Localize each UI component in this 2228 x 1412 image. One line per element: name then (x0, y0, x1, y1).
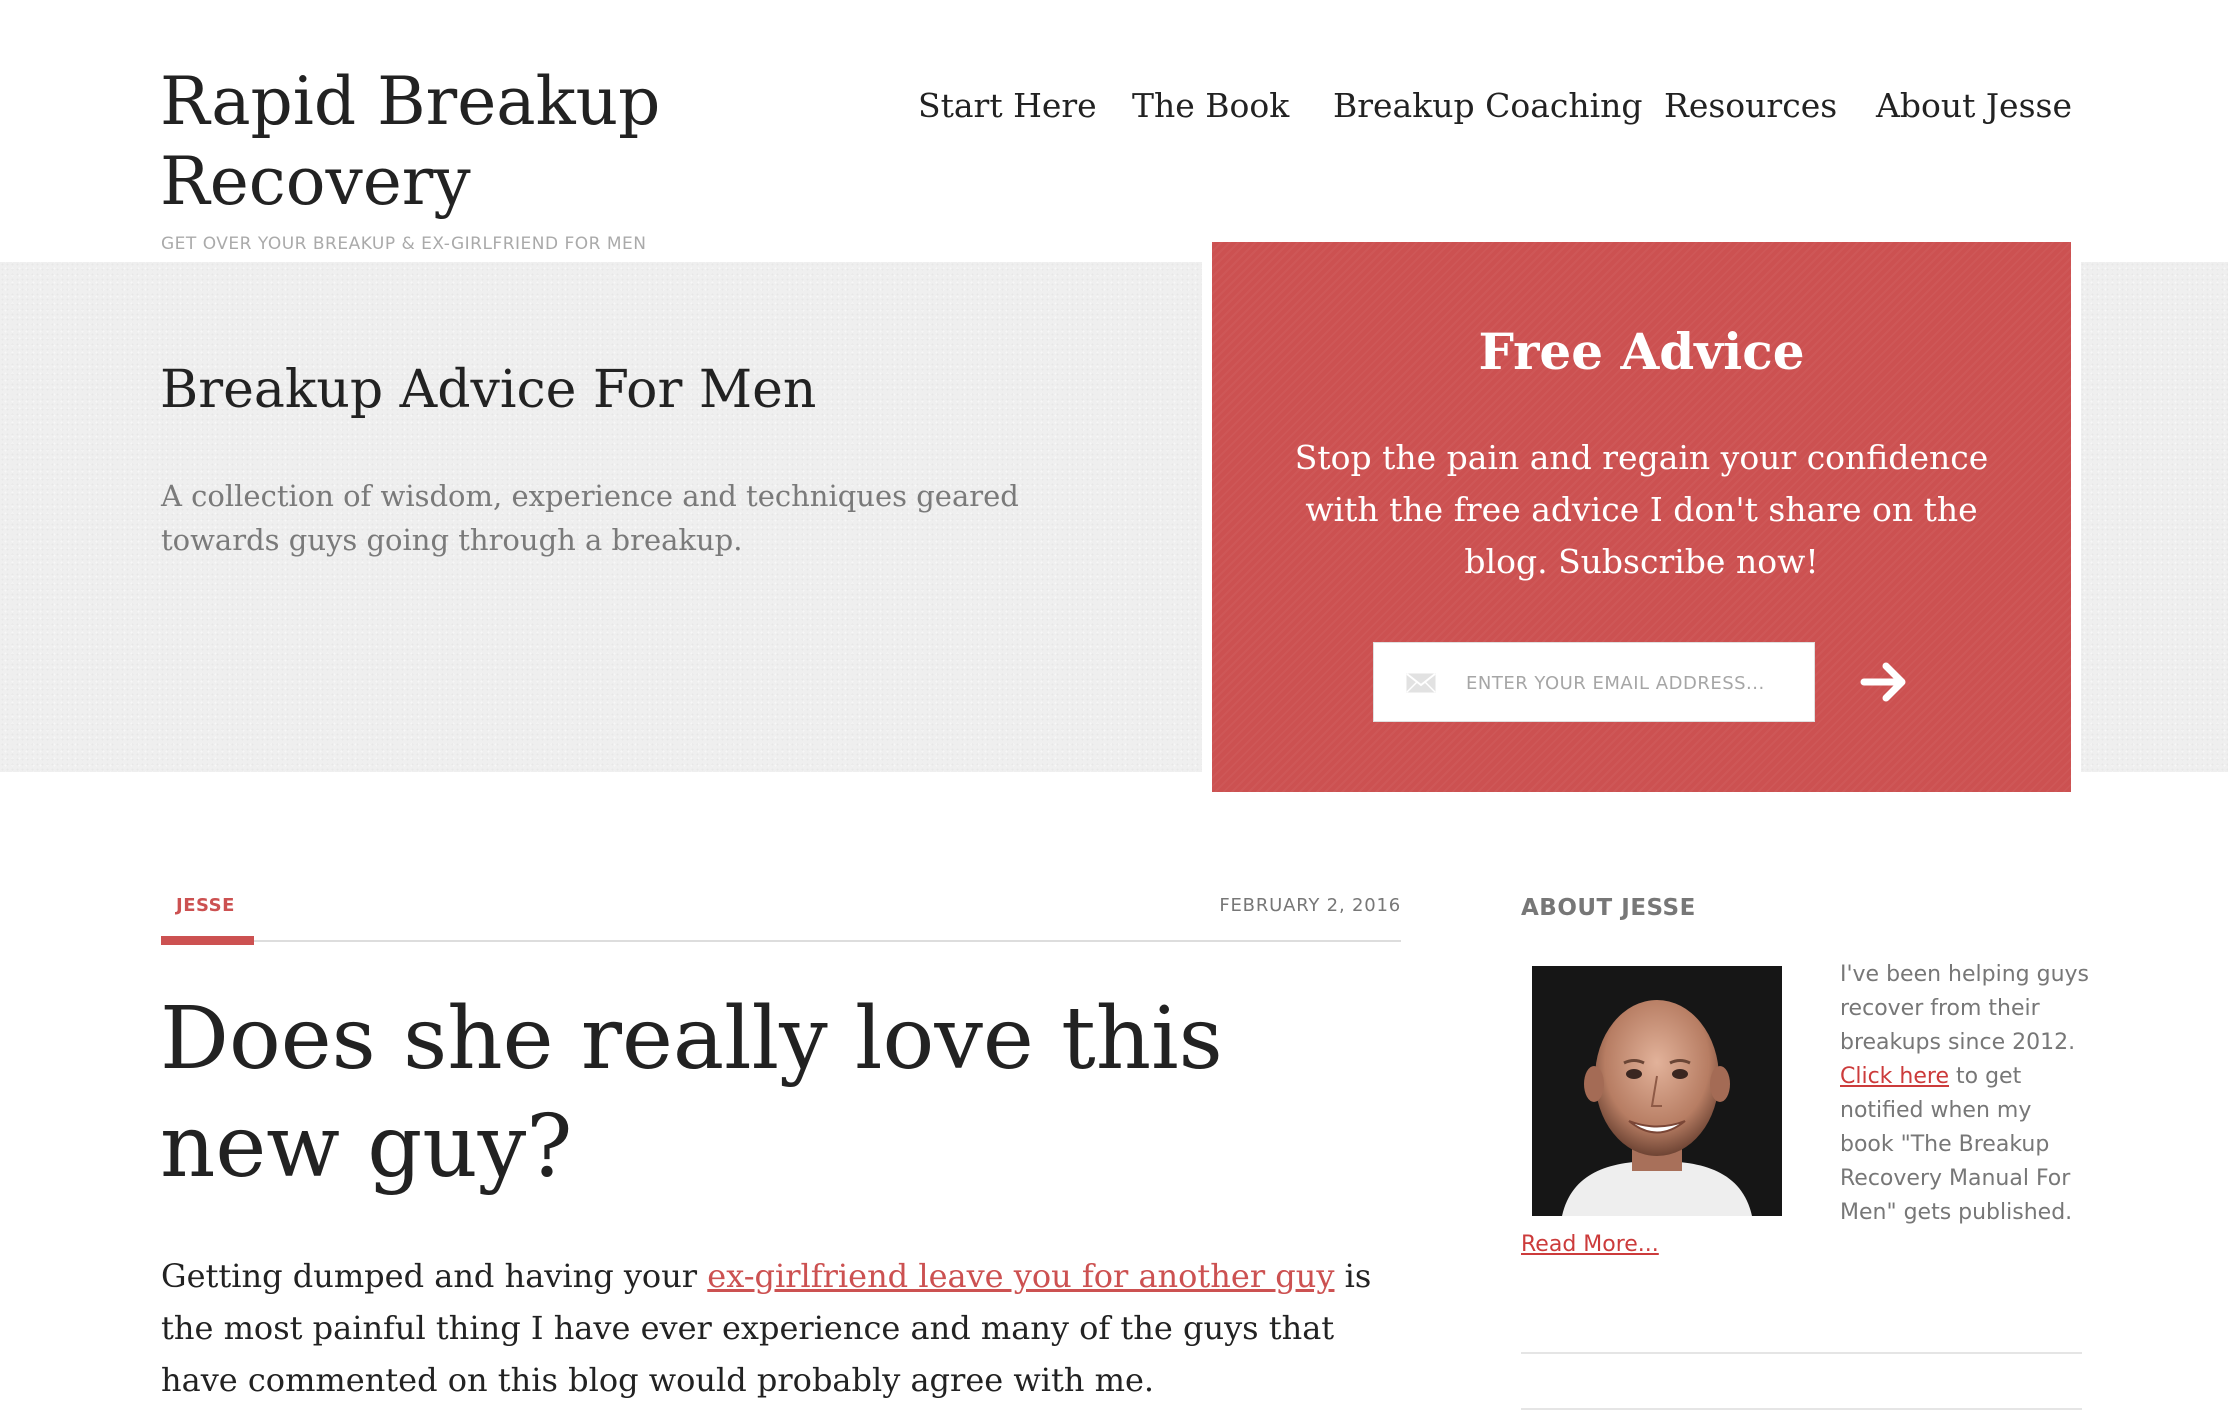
hero-divider-right (2071, 262, 2081, 772)
envelope-icon (1406, 673, 1436, 693)
post-meta-divider (161, 940, 1401, 942)
post-date: FEBRUARY 2, 2016 (1219, 895, 1401, 916)
optin-box: Free Advice Stop the pain and regain you… (1212, 242, 2071, 792)
nav-item-start-here[interactable]: Start Here (918, 86, 1097, 125)
avatar-portrait-image (1532, 966, 1782, 1216)
post-author[interactable]: JESSE (176, 895, 235, 916)
about-text: I've been helping guys recover from thei… (1840, 958, 2090, 1230)
post-meta-accent-bar (161, 936, 254, 945)
arrow-right-icon (1860, 662, 1906, 702)
post-excerpt-text: Getting dumped and having your (161, 1257, 708, 1295)
post-inline-link[interactable]: ex-girlfriend leave you for another guy (707, 1257, 1334, 1295)
nav-item-resources[interactable]: Resources (1664, 86, 1837, 125)
email-field-wrapper (1373, 642, 1815, 723)
nav-item-the-book[interactable]: The Book (1132, 86, 1289, 125)
optin-heading: Free Advice (1478, 322, 1805, 381)
author-photo (1532, 966, 1782, 1216)
optin-text: Stop the pain and regain your confidence… (1294, 438, 1989, 581)
about-text-start: I've been helping guys recover from thei… (1840, 962, 2090, 1055)
nav-item-breakup-coaching[interactable]: Breakup Coaching (1333, 86, 1643, 125)
post-excerpt: Getting dumped and having your ex-girlfr… (161, 1250, 1401, 1406)
click-here-link[interactable]: Click here (1840, 1064, 1949, 1089)
sidebar-heading: ABOUT JESSE (1521, 895, 1696, 921)
sidebar-divider-second (1521, 1408, 2082, 1410)
post-title[interactable]: Does she really love this new guy? (160, 985, 1390, 1201)
hero-description: A collection of wisdom, experience and t… (161, 479, 1019, 557)
site-tagline: GET OVER YOUR BREAKUP & EX-GIRLFRIEND FO… (161, 234, 647, 254)
main-nav: Start Here The Book Breakup Coaching Res… (0, 86, 2228, 136)
hero-title: Breakup Advice For Men (160, 360, 817, 420)
nav-item-about-jesse[interactable]: About Jesse (1876, 86, 2072, 125)
read-more-link[interactable]: Read More... (1521, 1232, 1659, 1257)
subscribe-button[interactable] (1852, 650, 1916, 714)
email-input[interactable] (1464, 643, 1808, 723)
sidebar-divider (1521, 1352, 2082, 1354)
hero-divider (1202, 262, 1212, 772)
